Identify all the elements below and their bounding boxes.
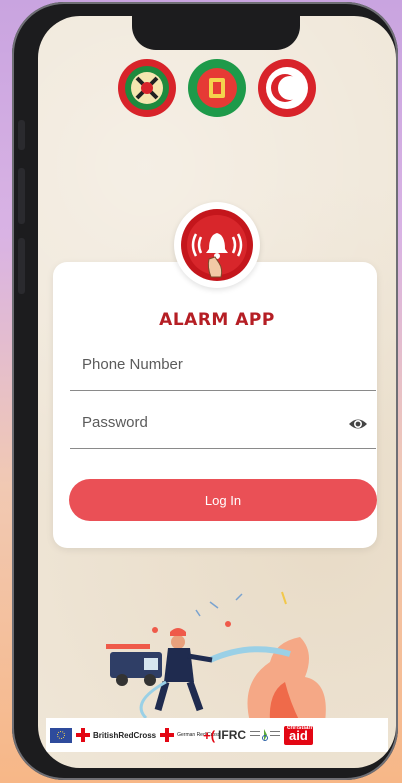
volume-down-button — [18, 238, 25, 294]
alarm-bell-icon — [181, 209, 253, 281]
partner-logos — [38, 58, 396, 118]
fire-service-logo — [117, 58, 177, 118]
government-seal-logo — [187, 58, 247, 118]
volume-up-button — [18, 168, 25, 224]
firefighter-illustration — [106, 591, 326, 722]
phone-number-field[interactable]: Phone Number — [70, 342, 376, 391]
action-logo — [250, 727, 281, 743]
phone-frame: ALARM APP Phone Number Password Log In B… — [12, 2, 398, 780]
password-label: Password — [82, 414, 148, 431]
red-cross-icon — [76, 728, 90, 742]
notch — [132, 16, 300, 50]
eu-sponsor — [50, 727, 72, 743]
christian-aid: christian aid — [284, 725, 313, 745]
alarm-logo — [174, 202, 260, 288]
red-cross-icon — [160, 728, 175, 742]
sponsor-bar: BritishRedCross German Red Cross +( IFRC — [46, 718, 388, 752]
bdrcs-logo — [257, 58, 317, 118]
phone-number-label: Phone Number — [82, 356, 183, 373]
action-leaf-icon — [250, 729, 281, 741]
ifrc: +( IFRC — [203, 727, 247, 743]
eye-icon[interactable] — [348, 414, 368, 439]
password-field[interactable]: Password — [70, 400, 376, 449]
app-title: ALARM APP — [159, 310, 275, 330]
german-red-cross: German Red Cross — [160, 728, 220, 742]
login-button[interactable]: Log In — [69, 479, 377, 521]
mute-switch — [18, 120, 25, 150]
ifrc-cross-icon: +( — [203, 727, 216, 743]
eu-flag-icon — [50, 727, 72, 743]
british-red-cross: BritishRedCross — [76, 728, 156, 742]
app-screen: ALARM APP Phone Number Password Log In B… — [38, 16, 396, 768]
